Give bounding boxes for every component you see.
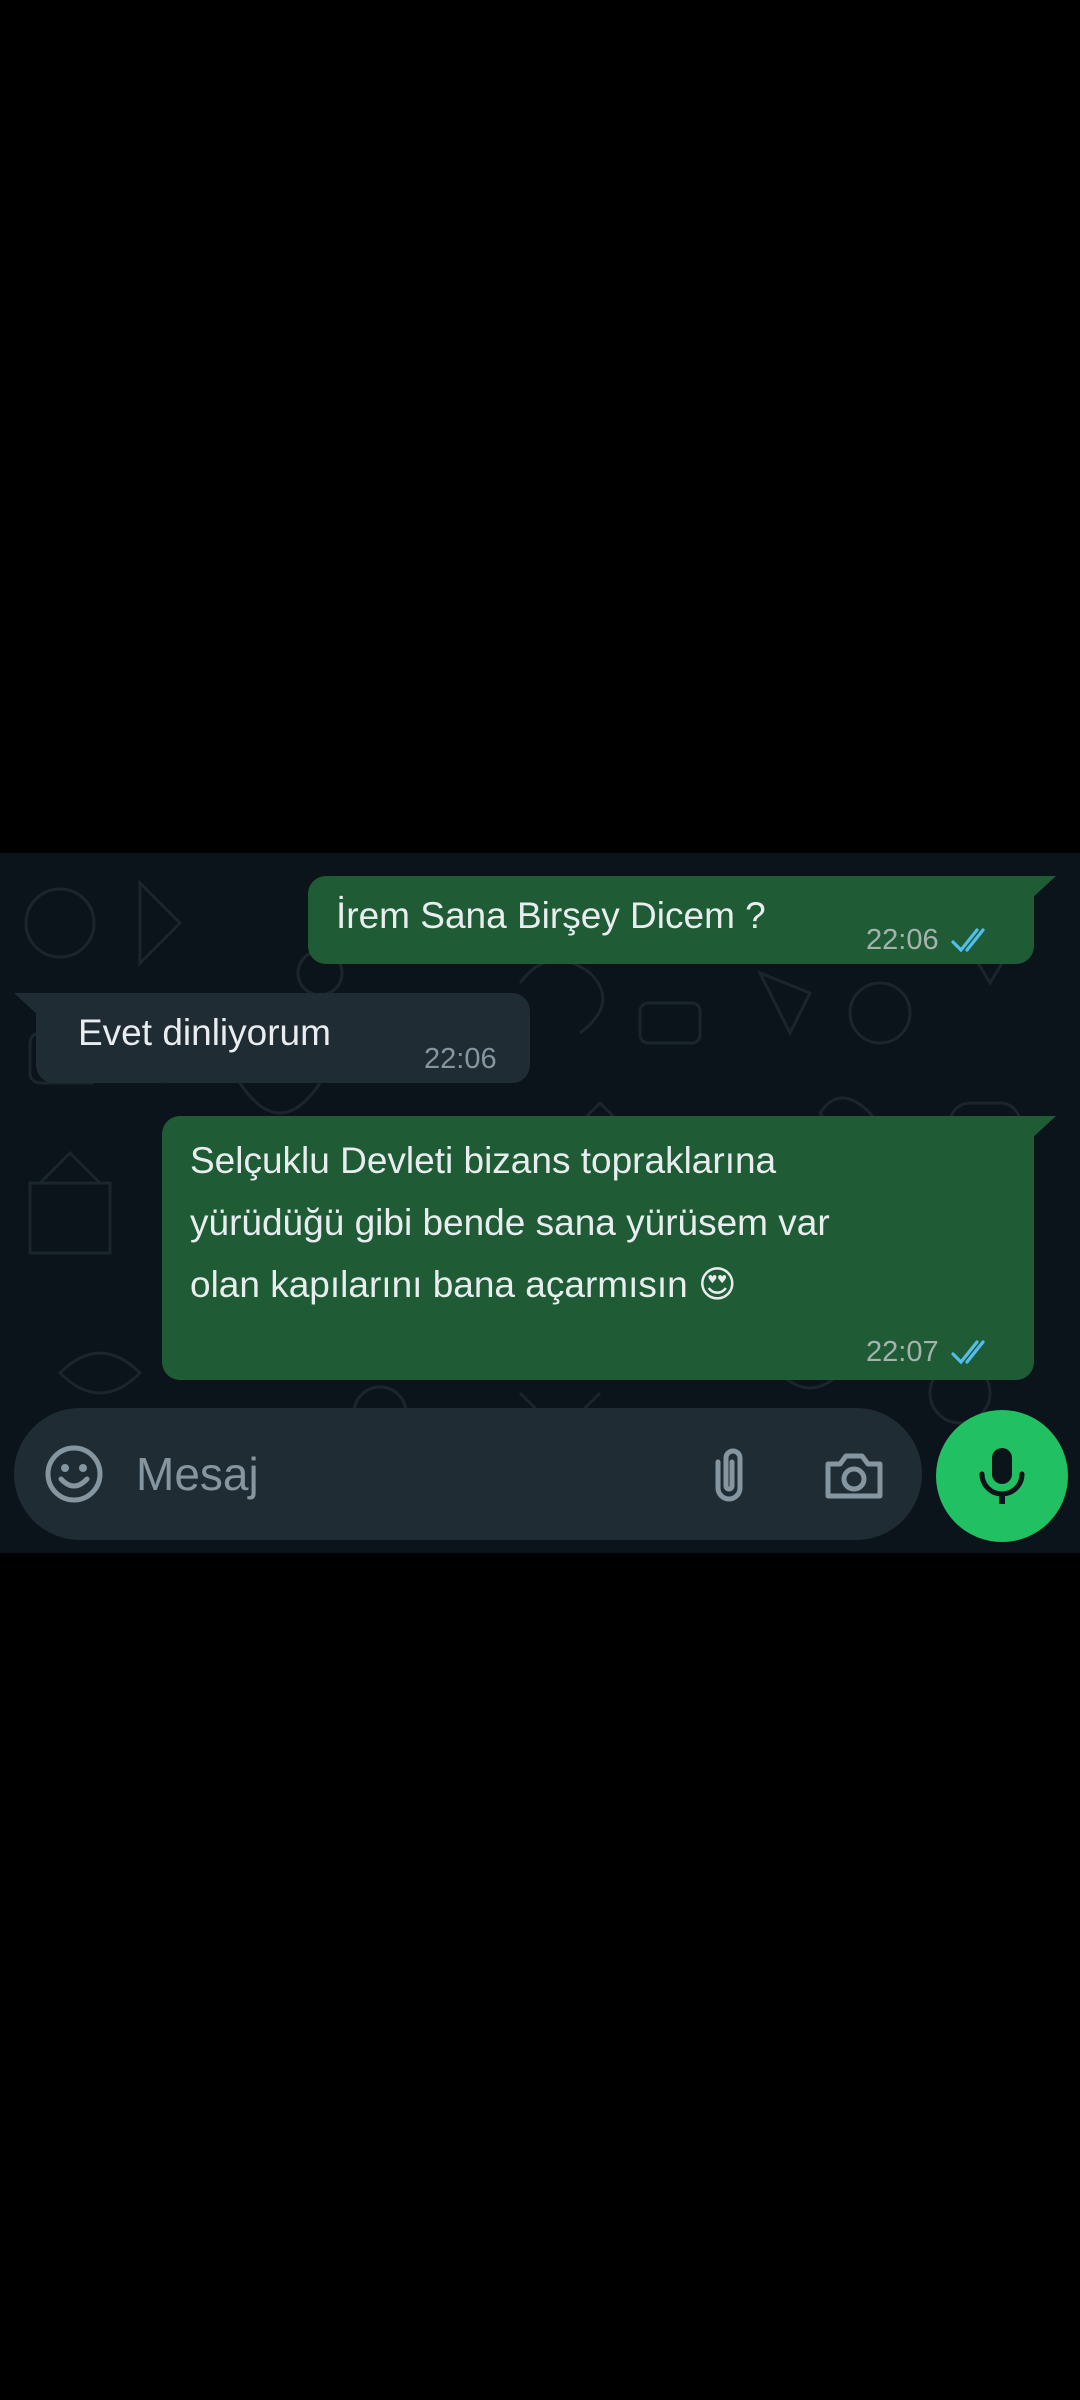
bubble-tail: [14, 993, 40, 1017]
paperclip-icon[interactable]: [702, 1444, 756, 1504]
bubble-tail: [1030, 876, 1056, 900]
message-composer[interactable]: Mesaj: [14, 1408, 922, 1540]
message-text: Evet dinliyorum: [78, 1012, 331, 1053]
bubble-tail: [1030, 1116, 1056, 1140]
camera-icon[interactable]: [822, 1446, 886, 1504]
double-check-icon: [950, 928, 985, 953]
message-time: 22:07: [866, 1336, 939, 1368]
message-text: İrem Sana Birşey Dicem ?: [336, 895, 766, 936]
double-check-icon: [950, 1340, 985, 1365]
message-bubble-outgoing[interactable]: Selçuklu Devleti bizans topraklarına yür…: [162, 1116, 1056, 1380]
message-input[interactable]: Mesaj: [136, 1444, 259, 1504]
microphone-icon: [979, 1448, 1025, 1504]
message-time: 22:06: [424, 1043, 497, 1075]
emoji-icon[interactable]: [42, 1442, 106, 1506]
message-text: Selçuklu Devleti bizans topraklarına yür…: [190, 1140, 830, 1305]
message-time: 22:06: [866, 924, 939, 956]
microphone-button[interactable]: [936, 1410, 1068, 1542]
message-bubble-outgoing[interactable]: İrem Sana Birşey Dicem ? 22:06: [308, 876, 1056, 964]
message-bubble-incoming[interactable]: Evet dinliyorum 22:06: [14, 993, 530, 1083]
